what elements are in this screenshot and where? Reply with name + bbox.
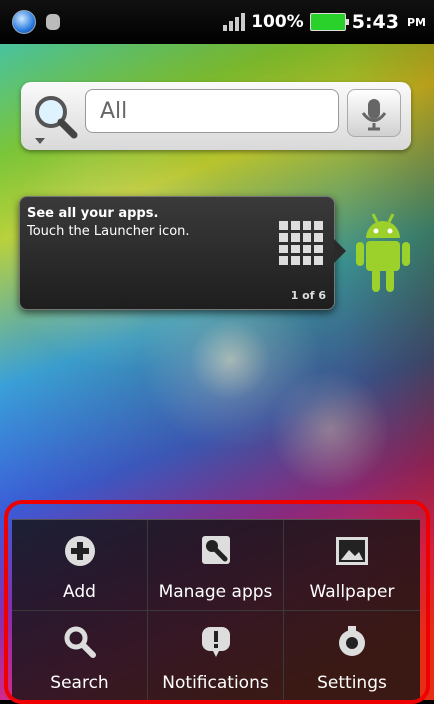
menu-item-label: Notifications xyxy=(162,673,269,693)
clock-ampm: PM xyxy=(406,15,426,29)
menu-item-label: Manage apps xyxy=(158,581,273,602)
battery-percent: 100% xyxy=(251,12,304,32)
tip-counter: 1 of 6 xyxy=(290,289,326,302)
search-widget[interactable]: All xyxy=(21,82,411,150)
wrench-icon xyxy=(201,536,230,564)
menu-item-search[interactable]: Search xyxy=(12,610,148,701)
menu-item-notifications[interactable]: Notifications xyxy=(148,610,284,701)
menu-item-label: Wallpaper xyxy=(309,581,395,602)
browser-notification-icon xyxy=(12,10,36,34)
add-icon xyxy=(64,536,95,566)
android-mascot-icon xyxy=(356,213,410,292)
usb-debugging-icon xyxy=(46,14,60,30)
menu-item-label: Search xyxy=(50,673,109,693)
gear-icon xyxy=(339,625,365,656)
launcher-tip-bubble[interactable]: See all your apps. Touch the Launcher ic… xyxy=(19,196,346,310)
tip-body: Touch the Launcher icon. xyxy=(27,224,190,239)
search-input[interactable]: All xyxy=(85,89,339,133)
launcher-grid-icon xyxy=(279,221,323,265)
home-options-menu: Add Manage apps Wallpaper Search Notific… xyxy=(12,519,420,701)
menu-item-label: Settings xyxy=(317,673,387,693)
menu-item-add[interactable]: Add xyxy=(12,520,148,611)
search-source-icon[interactable] xyxy=(31,94,81,144)
clock: 5:43 xyxy=(351,11,399,33)
microphone-icon xyxy=(361,99,387,131)
menu-item-wallpaper[interactable]: Wallpaper xyxy=(284,520,420,611)
menu-item-settings[interactable]: Settings xyxy=(284,611,420,702)
wallpaper-icon xyxy=(336,537,368,565)
menu-item-label: Add xyxy=(63,581,96,602)
search-icon xyxy=(64,626,96,658)
battery-icon xyxy=(309,13,349,31)
voice-search-button[interactable] xyxy=(347,89,401,137)
tip-title: See all your apps. xyxy=(27,206,159,221)
notifications-icon xyxy=(201,626,230,657)
status-bar: 100% 5:43 PM xyxy=(0,0,434,44)
menu-item-manage-apps[interactable]: Manage apps xyxy=(148,520,284,611)
signal-icon xyxy=(223,13,246,31)
